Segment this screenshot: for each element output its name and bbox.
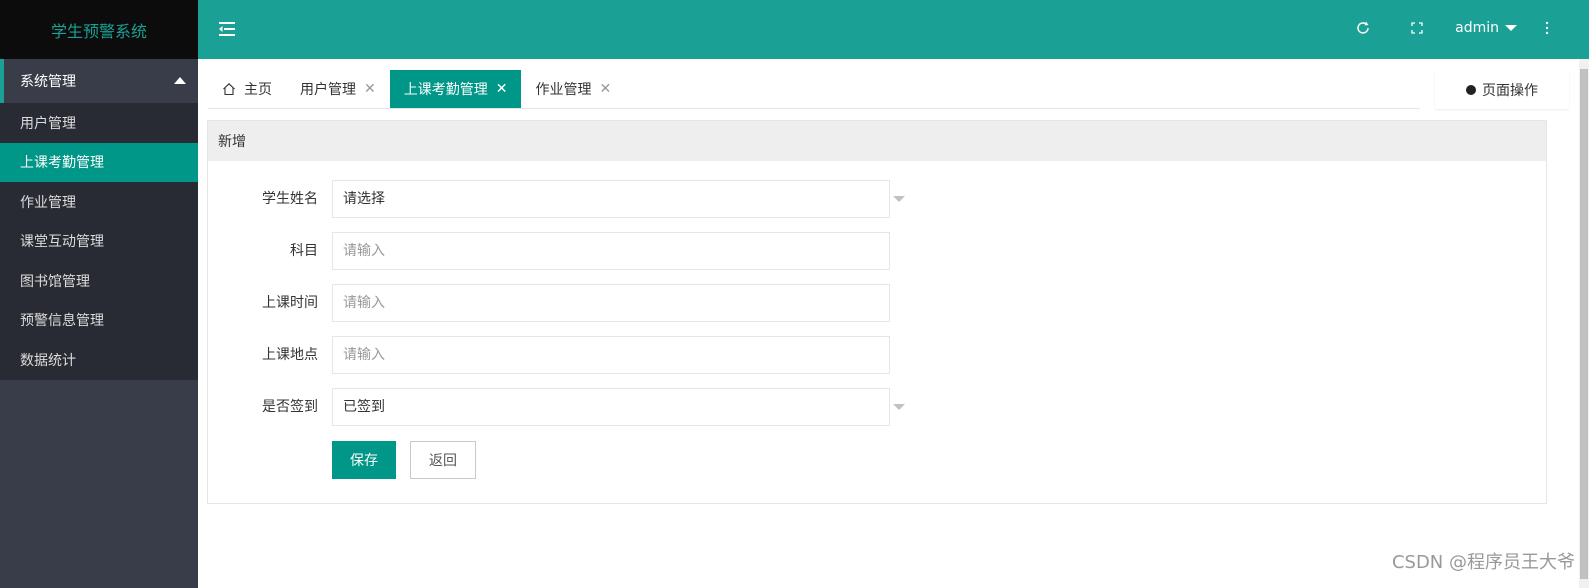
subject-label: 科目 — [290, 243, 318, 259]
vertical-scrollbar[interactable] — [1579, 59, 1589, 588]
watermark: CSDN @程序员王大爷 — [1391, 552, 1575, 573]
radio-dot-icon — [1466, 85, 1476, 95]
subject-input[interactable] — [332, 232, 890, 270]
nav-group-label: 系统管理 — [20, 74, 76, 90]
refresh-icon[interactable] — [1355, 20, 1371, 36]
chevron-down-icon — [893, 404, 905, 410]
sidebar-item-users[interactable]: 用户管理 — [0, 103, 198, 143]
tab-users[interactable]: 用户管理 ✕ — [286, 70, 390, 108]
tab-label: 作业管理 — [535, 82, 592, 98]
tab-home[interactable]: 主页 — [208, 70, 286, 108]
menu-toggle-icon[interactable] — [218, 20, 236, 38]
sidebar-item-library[interactable]: 图书馆管理 — [0, 261, 198, 301]
sidebar-item-homework[interactable]: 作业管理 — [0, 182, 198, 222]
sidebar-item-warnings[interactable]: 预警信息管理 — [0, 300, 198, 340]
form-row-place: 上课地点 — [208, 336, 1546, 374]
close-icon[interactable]: ✕ — [364, 81, 376, 97]
sidebar-item-label: 上课考勤管理 — [20, 155, 104, 172]
sidebar-item-interaction[interactable]: 课堂互动管理 — [0, 221, 198, 261]
tab-label: 上课考勤管理 — [403, 82, 488, 98]
form-row-time: 上课时间 — [208, 284, 1546, 322]
form-panel: 新增 学生姓名 请选择 科目 上课时间 上课地点 是否签到 已签到 保存 返回 — [207, 120, 1547, 504]
student-name-label: 学生姓名 — [262, 191, 318, 207]
sidebar-item-statistics[interactable]: 数据统计 — [0, 340, 198, 380]
tab-list: 主页 用户管理 ✕ 上课考勤管理 ✕ 作业管理 ✕ — [208, 70, 1420, 109]
class-place-input[interactable] — [332, 336, 890, 374]
close-icon[interactable]: ✕ — [599, 81, 611, 97]
form-row-signed: 是否签到 已签到 — [208, 388, 1546, 426]
sidebar-item-attendance[interactable]: 上课考勤管理 — [0, 142, 198, 182]
student-name-select[interactable]: 请选择 — [332, 180, 890, 218]
user-name: admin — [1455, 20, 1499, 36]
tab-attendance[interactable]: 上课考勤管理 ✕ — [389, 70, 522, 108]
tab-homework[interactable]: 作业管理 ✕ — [521, 70, 625, 108]
chevron-down-icon — [893, 196, 905, 202]
scrollbar-thumb[interactable] — [1580, 69, 1588, 579]
signed-in-label: 是否签到 — [262, 399, 318, 415]
nav-group-system: 系统管理 用户管理 上课考勤管理 作业管理 课堂互动管理 图书馆管理 预警信息管… — [0, 59, 198, 380]
sidebar-item-label: 预警信息管理 — [20, 313, 104, 330]
sidebar-item-label: 用户管理 — [20, 115, 76, 132]
user-menu[interactable]: admin — [1455, 20, 1517, 36]
tab-bar: 主页 用户管理 ✕ 上课考勤管理 ✕ 作业管理 ✕ 页面操作 — [198, 59, 1589, 109]
sidebar-item-label: 图书馆管理 — [20, 273, 90, 290]
app-logo[interactable]: 学生预警系统 — [0, 0, 198, 59]
back-button[interactable]: 返回 — [410, 441, 476, 479]
fullscreen-icon[interactable] — [1409, 20, 1425, 36]
form-row-student: 学生姓名 请选择 — [208, 180, 1546, 218]
sidebar-item-label: 数据统计 — [20, 352, 76, 369]
more-vertical-icon[interactable] — [1539, 20, 1555, 36]
home-icon — [223, 83, 235, 96]
page-operations-label: 页面操作 — [1482, 83, 1538, 99]
panel-title: 新增 — [208, 121, 1546, 161]
class-place-label: 上课地点 — [262, 347, 318, 363]
page-operations-button[interactable]: 页面操作 — [1435, 71, 1569, 109]
sidebar: 学生预警系统 系统管理 用户管理 上课考勤管理 作业管理 课堂互动管理 图书馆管… — [0, 0, 198, 588]
tab-label: 用户管理 — [300, 82, 356, 98]
class-time-label: 上课时间 — [262, 295, 318, 311]
form-row-subject: 科目 — [208, 232, 1546, 270]
tab-label: 主页 — [244, 82, 272, 98]
sidebar-item-label: 作业管理 — [20, 194, 76, 211]
chevron-down-icon — [1505, 25, 1517, 31]
save-button[interactable]: 保存 — [332, 441, 396, 479]
nav-group-header[interactable]: 系统管理 — [0, 59, 198, 103]
sidebar-item-label: 课堂互动管理 — [20, 234, 104, 251]
caret-up-icon — [174, 77, 186, 84]
close-icon[interactable]: ✕ — [496, 81, 508, 97]
form-actions: 保存 返回 — [332, 441, 476, 479]
class-time-input[interactable] — [332, 284, 890, 322]
top-header: admin — [198, 0, 1589, 59]
signed-in-select[interactable]: 已签到 — [332, 388, 890, 426]
